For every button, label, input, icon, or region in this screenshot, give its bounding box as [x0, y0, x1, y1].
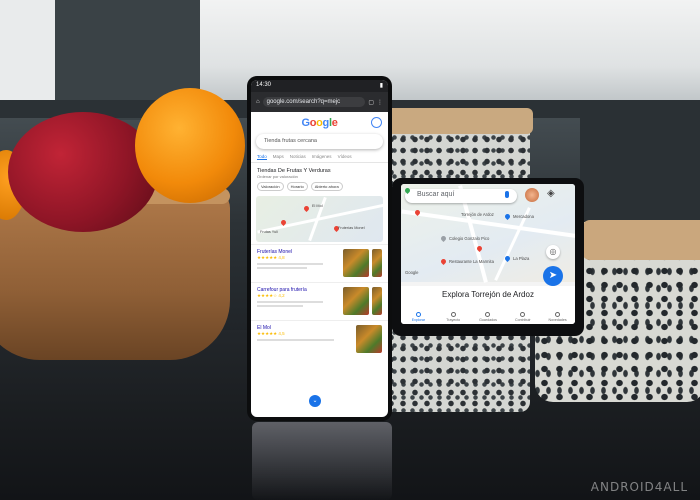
jar-lid-right	[582, 220, 700, 260]
map-label: Frutas Yuli	[260, 230, 278, 234]
jar-lid-center	[378, 108, 533, 134]
filter-chips: Valoración Horario Abierto ahora	[251, 179, 388, 194]
map-label: Restaurante La Marmita	[449, 259, 494, 264]
maps-search-input[interactable]: Buscar aquí	[405, 189, 517, 203]
listing-info: Fruterías Monel ★★★★★ 4,8	[257, 249, 340, 278]
google-logo: Google	[301, 117, 337, 129]
listing-photo[interactable]	[343, 287, 369, 315]
status-bar: 14:30 ▮	[251, 80, 388, 92]
nav-label: Explorar	[411, 318, 426, 322]
phone-reflection	[252, 422, 392, 500]
layers-icon[interactable]: ◈	[547, 188, 555, 199]
nav-label: Contribuir	[514, 318, 531, 322]
microphone-icon[interactable]	[505, 191, 509, 198]
account-avatar-icon[interactable]	[371, 117, 382, 128]
google-logo-letter: G	[301, 117, 310, 129]
nav-commute[interactable]: Trayecto	[438, 312, 468, 322]
google-logo-letter: e	[331, 117, 338, 129]
tab-maps[interactable]: Maps	[273, 154, 284, 160]
listing-detail	[257, 267, 307, 269]
add-icon	[520, 312, 526, 317]
map-label: Torrejón de Ardoz	[461, 212, 494, 217]
my-location-icon[interactable]: ◎	[546, 245, 560, 259]
tab-images[interactable]: Imágenes	[312, 154, 332, 160]
scroll-down-icon[interactable]: ⌄	[309, 395, 321, 407]
phone-screen: 14:30 ▮ ⌂ google.com/search?q=mejc ▢ ⋮ G…	[251, 80, 388, 417]
nav-label: Trayecto	[446, 318, 461, 322]
chip-rating[interactable]: Valoración	[257, 182, 284, 191]
listing-photo[interactable]	[356, 325, 382, 353]
listing-info: Carrefour para frutería ★★★★☆ 4,2	[257, 287, 340, 316]
bottom-navigation: Explorar Trayecto Guardados Contribuir N…	[401, 312, 575, 322]
chip-open-now[interactable]: Abierto ahora	[310, 182, 343, 191]
map-label: Mercadona	[513, 214, 534, 219]
map-label: El Mol	[312, 204, 323, 208]
battery-icon: ▮	[379, 83, 383, 89]
nav-explore[interactable]: Explorar	[403, 312, 433, 322]
list-item[interactable]: Carrefour para frutería ★★★★☆ 4,2	[251, 282, 388, 320]
tablet-screen: Torrejón de Ardoz Colegio Gonzalo Pico R…	[401, 184, 575, 324]
background-wall	[580, 110, 700, 230]
map-pin-icon[interactable]	[503, 212, 512, 221]
explore-sheet[interactable]: Explora Torrejón de Ardoz Explorar Traye…	[401, 286, 575, 324]
account-avatar-icon[interactable]	[525, 188, 539, 202]
orange-fruit	[135, 88, 245, 203]
listing-detail	[257, 263, 324, 265]
nav-updates[interactable]: Novedades	[543, 312, 573, 322]
nav-label: Guardados	[479, 318, 497, 322]
watermark: ANDROID4ALL	[590, 480, 688, 494]
listing-info: El Mol ★★★★★ 4,5	[257, 325, 353, 354]
listing-rating: ★★★★★ 4,8	[257, 255, 285, 260]
chip-hours[interactable]: Horario	[286, 182, 308, 191]
red-apple	[8, 112, 158, 232]
commute-icon	[450, 312, 456, 317]
listing-detail	[257, 305, 303, 307]
menu-icon[interactable]: ⋮	[377, 99, 383, 106]
explore-title: Explora Torrejón de Ardoz	[442, 290, 534, 299]
listing-photo[interactable]	[372, 249, 382, 277]
listing-photo[interactable]	[372, 287, 382, 315]
nav-contribute[interactable]: Contribuir	[508, 312, 538, 322]
result-title[interactable]: Tiendas De Frutas Y Verduras	[251, 163, 388, 174]
map-pin-icon[interactable]	[439, 234, 448, 243]
search-input[interactable]: Tienda frutas cercana	[256, 134, 383, 149]
url-text[interactable]: google.com/search?q=mejc	[262, 97, 366, 107]
search-tabs: Todo Maps Noticias Imágenes Vídeos	[251, 149, 388, 163]
map-label: Google	[405, 270, 419, 275]
map-label: La Plaza	[513, 256, 530, 261]
browser-url-bar[interactable]: ⌂ google.com/search?q=mejc ▢ ⋮	[251, 92, 388, 112]
bookmark-icon	[485, 312, 491, 317]
map-label: Colegio Gonzalo Pico	[449, 236, 490, 241]
tab-all[interactable]: Todo	[257, 154, 267, 160]
bell-icon	[555, 312, 561, 317]
nav-saved[interactable]: Guardados	[473, 312, 503, 322]
tablet-device: Torrejón de Ardoz Colegio Gonzalo Pico R…	[392, 178, 584, 336]
map-label: Fruterías Monel	[338, 226, 365, 230]
tab-news[interactable]: Noticias	[290, 154, 306, 160]
listing-detail	[257, 339, 334, 341]
listing-photo[interactable]	[343, 249, 369, 277]
list-item[interactable]: El Mol ★★★★★ 4,5	[251, 320, 388, 358]
tab-videos[interactable]: Vídeos	[338, 154, 352, 160]
home-icon[interactable]: ⌂	[256, 99, 260, 105]
google-header: Google	[251, 112, 388, 134]
map-pin-icon[interactable]	[439, 257, 448, 266]
nav-label: Novedades	[548, 318, 567, 322]
smartphone: 14:30 ▮ ⌂ google.com/search?q=mejc ▢ ⋮ G…	[247, 76, 392, 421]
listing-rating: ★★★★☆ 4,2	[257, 293, 285, 298]
tabs-icon[interactable]: ▢	[368, 99, 374, 106]
listing-detail	[257, 301, 324, 303]
status-time: 14:30	[256, 82, 272, 88]
directions-icon[interactable]: ➤	[543, 266, 563, 286]
explore-icon	[415, 312, 421, 317]
map-pin-icon[interactable]	[302, 204, 311, 213]
list-item[interactable]: Fruterías Monel ★★★★★ 4,8	[251, 244, 388, 282]
window-pane-left	[0, 0, 55, 100]
results-map[interactable]: El Mol Fruterías Monel Frutas Yuli	[256, 196, 383, 242]
photo-scene: 14:30 ▮ ⌂ google.com/search?q=mejc ▢ ⋮ G…	[0, 0, 700, 500]
listing-rating: ★★★★★ 4,5	[257, 331, 285, 336]
